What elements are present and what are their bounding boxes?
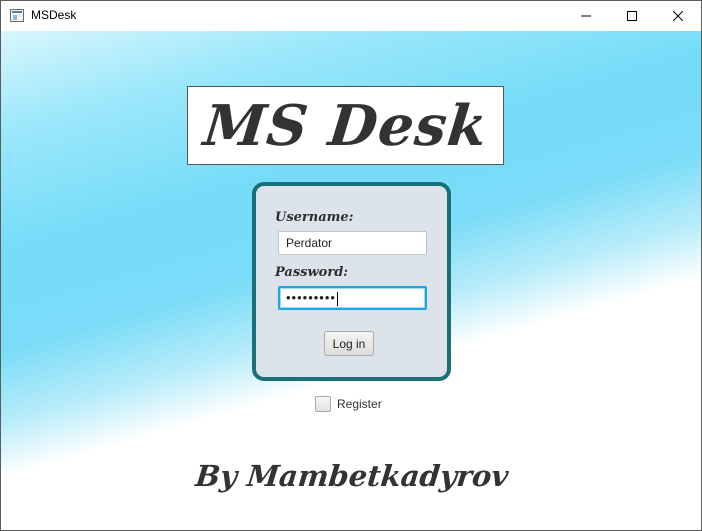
login-button[interactable]: Log in (324, 331, 374, 356)
username-input[interactable]: Perdator (278, 231, 427, 255)
register-option[interactable]: Register (315, 395, 382, 413)
register-checkbox[interactable] (315, 396, 331, 412)
close-icon (673, 11, 683, 21)
app-icon (10, 9, 24, 22)
register-label[interactable]: Register (337, 397, 382, 411)
password-label: Password: (275, 265, 349, 280)
login-panel: Username: Perdator Password: ••••••••• L… (252, 182, 451, 381)
logo-text: MS Desk (200, 92, 491, 159)
maximize-button[interactable] (609, 1, 655, 31)
username-value: Perdator (286, 236, 333, 250)
username-label: Username: (275, 210, 354, 225)
maximize-icon (627, 11, 637, 21)
window-title: MSDesk (31, 8, 77, 22)
minimize-icon (581, 15, 591, 17)
login-button-label: Log in (332, 336, 366, 351)
author-credit: By Mambetkadyrov (193, 459, 511, 493)
close-button[interactable] (655, 1, 701, 31)
password-value: ••••••••• (286, 290, 336, 305)
minimize-button[interactable] (563, 1, 609, 31)
password-input[interactable]: ••••••••• (278, 286, 427, 310)
title-bar[interactable]: MSDesk (1, 1, 701, 31)
app-window: MSDesk MS Desk Username: Perdator Passwo… (0, 0, 702, 531)
logo-banner: MS Desk (187, 86, 504, 165)
text-caret (336, 291, 338, 306)
login-screen: MS Desk Username: Perdator Password: •••… (1, 31, 701, 530)
